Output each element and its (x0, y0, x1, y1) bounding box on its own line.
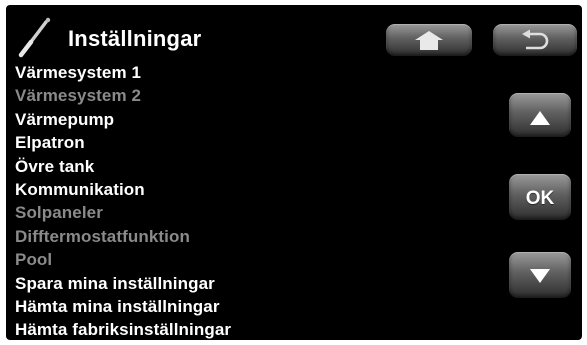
down-arrow-icon (530, 269, 550, 283)
menu-item-elpatron[interactable]: Elpatron (15, 131, 231, 154)
settings-screen: Inställningar Värmesystem 1 Värmesystem … (6, 5, 582, 340)
settings-menu: Värmesystem 1 Värmesystem 2 Värmepump El… (15, 61, 231, 340)
menu-item-varmepump[interactable]: Värmepump (15, 108, 231, 131)
home-button[interactable] (386, 24, 472, 56)
ok-button[interactable]: OK (509, 174, 571, 220)
up-arrow-icon (530, 111, 550, 125)
menu-item-solpaneler: Solpaneler (15, 203, 103, 223)
menu-item-kommunikation[interactable]: Kommunikation (15, 178, 231, 201)
menu-item-load-settings[interactable]: Hämta mina inställningar (15, 295, 231, 318)
menu-item-varmesystem-1[interactable]: Värmesystem 1 (15, 61, 231, 84)
menu-item-factory-settings[interactable]: Hämta fabriksinställningar (15, 318, 231, 340)
menu-item-save-settings[interactable]: Spara mina inställningar (15, 272, 231, 295)
down-button[interactable] (509, 252, 571, 298)
back-button[interactable] (493, 24, 577, 56)
menu-item-difftermostatfunktion: Difftermostatfunktion (15, 226, 190, 246)
back-arrow-icon (522, 29, 549, 50)
header: Inställningar (6, 15, 366, 58)
up-button[interactable] (509, 93, 571, 137)
ok-label: OK (525, 188, 555, 209)
page-title: Inställningar (68, 26, 202, 51)
menu-item-pool: Pool (15, 250, 53, 270)
wrench-icon (18, 17, 51, 58)
home-icon (415, 31, 443, 50)
menu-item-varmesystem-2: Värmesystem 2 (15, 86, 142, 106)
menu-item-ovre-tank[interactable]: Övre tank (15, 155, 231, 178)
